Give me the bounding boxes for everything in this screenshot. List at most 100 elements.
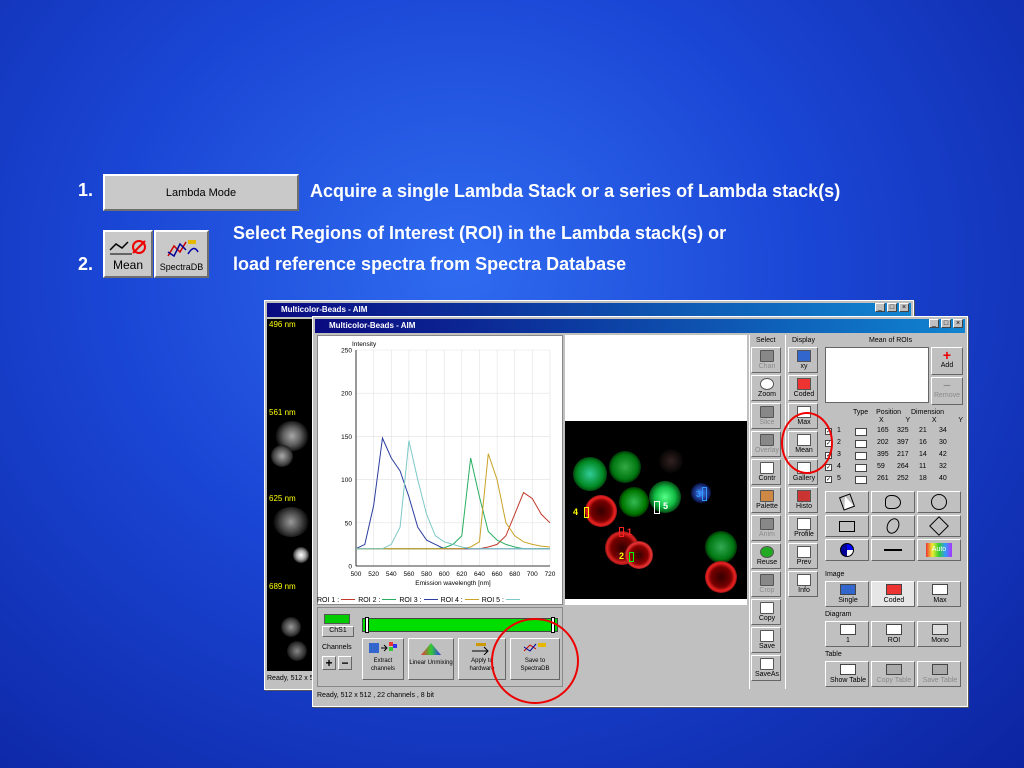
closed-curve-tool-button[interactable] [871, 515, 915, 537]
legend-roi2: ROI 2 : [358, 597, 397, 604]
image-max-button[interactable]: Max [917, 581, 961, 607]
minimize-icon[interactable]: _ [929, 319, 939, 328]
display-tool-histo[interactable]: Histo [788, 487, 818, 513]
select-tool-slice[interactable]: Slice [751, 403, 781, 429]
channel-tile: 689 nm [267, 581, 315, 671]
x-tick-label: 540 [386, 571, 397, 578]
minimize-icon[interactable]: _ [875, 303, 885, 312]
x-tick-label: 700 [527, 571, 538, 578]
back-window-titlebar[interactable]: Multicolor-Beads - AIM [267, 303, 911, 317]
tool-label: Info [798, 587, 810, 594]
select-tool-anim[interactable]: Anim [751, 515, 781, 541]
y-axis-label: Intensity [352, 341, 377, 348]
roi-dy: 40 [939, 475, 947, 482]
series-line-roi-5 [356, 440, 550, 550]
linear-unmixing-button[interactable]: Linear Unmixing [408, 638, 454, 680]
diagram-0-icon [840, 624, 856, 635]
roi-checkbox[interactable]: ✓ [825, 476, 832, 483]
bead-image[interactable]: 4 5 3 1 2 [565, 335, 747, 605]
tool-label: Profile [794, 531, 814, 538]
tool-label: SaveAs [754, 671, 780, 678]
section-button-label: Single [838, 597, 858, 604]
select-tool-reuse[interactable]: Reuse [751, 543, 781, 569]
roi-list-box[interactable] [825, 347, 929, 403]
tool-label: Prev [796, 559, 812, 566]
image-coded-button[interactable]: Coded [871, 581, 915, 607]
step1-text: Acquire a single Lambda Stack or a serie… [310, 181, 841, 201]
polygon-tool-button[interactable] [917, 515, 961, 537]
x-tick-label: 520 [368, 571, 379, 578]
slider-handle-left[interactable] [365, 617, 369, 633]
front-window-titlebar[interactable]: Multicolor-Beads - AIM [315, 319, 965, 333]
table-show-table-button[interactable]: Show Table [825, 661, 869, 687]
spectrum-chart: 250200150100500500 520 540 560 580 600 620 640 6… [341, 341, 556, 587]
roi-box-4 [584, 507, 589, 518]
display-tool-coded[interactable]: Coded [788, 375, 818, 401]
mean-button[interactable]: Mean [103, 230, 153, 278]
select-tool-overlay[interactable]: Overlay [751, 431, 781, 457]
roi-dx: 14 [919, 451, 927, 458]
lambda-mode-button[interactable]: Lambda Mode [103, 174, 299, 211]
image-0-icon [840, 584, 856, 595]
profile-icon [797, 518, 811, 530]
palette-tool-button[interactable] [825, 539, 869, 561]
arrow-tool-button[interactable] [825, 491, 869, 513]
extract-channels-button[interactable]: Extract channels [362, 638, 404, 680]
sub-x: X [879, 417, 884, 424]
line-tool-button[interactable] [871, 539, 915, 561]
unmixing-icon [421, 643, 441, 655]
select-tool-copy[interactable]: Copy [751, 599, 781, 625]
select-tool-zoom[interactable]: Zoom [751, 375, 781, 401]
front-window[interactable]: Multicolor-Beads - AIM _ □ × 250 200 150 10… [312, 316, 968, 707]
roi-row[interactable]: ✓ 2 202 397 16 30 [825, 439, 963, 450]
select-tool-chan[interactable]: Chan [751, 347, 781, 373]
linear-label: Linear Unmixing [409, 660, 453, 666]
select-tool-palette[interactable]: Palette [751, 487, 781, 513]
remove-channel-button[interactable]: − [338, 656, 352, 670]
add-roi-button[interactable]: + Add [931, 347, 963, 375]
select-tool-save[interactable]: Save [751, 627, 781, 653]
table-copy-table-button[interactable]: Copy Table [871, 661, 915, 687]
maximize-icon[interactable]: □ [941, 319, 951, 328]
roi-row[interactable]: ✓ 1 165 325 21 34 [825, 427, 963, 438]
crop-icon [760, 574, 774, 586]
channel-color-swatch[interactable] [324, 614, 350, 624]
ellipse-tool-button[interactable] [917, 491, 961, 513]
roi-row[interactable]: ✓ 3 395 217 14 42 [825, 451, 963, 462]
roi-x: 202 [877, 439, 889, 446]
maximize-icon[interactable]: □ [887, 303, 897, 312]
freehand-tool-button[interactable] [871, 491, 915, 513]
rectangle-tool-button[interactable] [825, 515, 869, 537]
diagram-1-button[interactable]: 1 [825, 621, 869, 647]
select-tool-saveas[interactable]: SaveAs [751, 655, 781, 681]
channel-label: 496 nm [269, 320, 296, 329]
close-icon[interactable]: × [953, 319, 963, 328]
select-tool-crop[interactable]: Crop [751, 571, 781, 597]
add-channel-button[interactable]: + [322, 656, 336, 670]
channel-gallery: 496 nm 561 nm 625 nm 689 nm [267, 319, 315, 671]
tool-label: Reuse [756, 559, 778, 566]
remove-roi-button[interactable]: − Remove [931, 377, 963, 405]
table-save-table-button[interactable]: Save Table [917, 661, 961, 687]
diagram-roi-button[interactable]: ROI [871, 621, 915, 647]
auto-tool-button[interactable]: Auto [917, 539, 961, 561]
diagram-mono-button[interactable]: Mono [917, 621, 961, 647]
image-1-icon [886, 584, 902, 595]
roi-row[interactable]: ✓ 5 261 252 18 40 [825, 475, 963, 486]
display-tool-profile[interactable]: Profile [788, 515, 818, 541]
y-tick-label: 50 [345, 520, 353, 527]
display-tool-prev[interactable]: Prev [788, 543, 818, 569]
roi-label-2: 2 [619, 551, 625, 561]
display-tool-info[interactable]: Info [788, 571, 818, 597]
select-tool-contr[interactable]: Contr [751, 459, 781, 485]
table-2-icon [932, 664, 948, 675]
roi-row[interactable]: ✓ 4 59 264 11 32 [825, 463, 963, 474]
spectradb-button[interactable]: SpectraDB [154, 230, 209, 278]
channel-name-button[interactable]: ChS1 [322, 626, 354, 637]
extract-icon [369, 642, 397, 653]
bead-green [609, 451, 641, 483]
close-icon[interactable]: × [899, 303, 909, 312]
display-tool-xy[interactable]: xy [788, 347, 818, 373]
image-single-button[interactable]: Single [825, 581, 869, 607]
roi-checkbox[interactable]: ✓ [825, 464, 832, 471]
